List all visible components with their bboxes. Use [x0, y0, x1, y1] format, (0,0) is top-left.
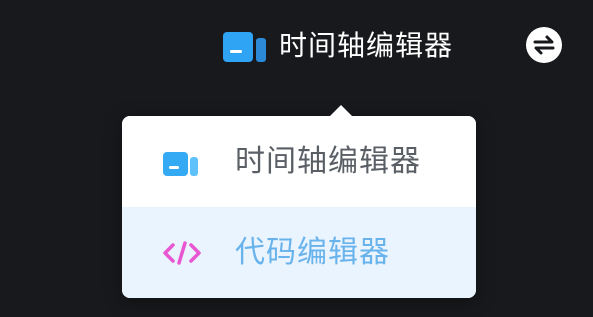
menu-item-label: 时间轴编辑器 — [235, 144, 421, 179]
timeline-editor-icon — [162, 146, 202, 178]
swap-button[interactable] — [526, 27, 562, 63]
code-editor-icon — [162, 237, 202, 269]
editor-mode-selector[interactable]: 时间轴编辑器 — [221, 26, 453, 66]
menu-item-label: 代码编辑器 — [235, 235, 390, 270]
menu-item-code-editor[interactable]: 代码编辑器 — [122, 207, 476, 298]
menu-item-timeline-editor[interactable]: 时间轴编辑器 — [122, 116, 476, 207]
current-mode-label: 时间轴编辑器 — [279, 29, 454, 62]
top-bar: 时间轴编辑器 — [0, 0, 593, 96]
timeline-editor-icon — [221, 30, 267, 62]
editor-mode-dropdown: 时间轴编辑器 代码编辑器 — [122, 105, 476, 298]
swap-icon — [533, 35, 555, 55]
dropdown-caret — [330, 105, 352, 116]
